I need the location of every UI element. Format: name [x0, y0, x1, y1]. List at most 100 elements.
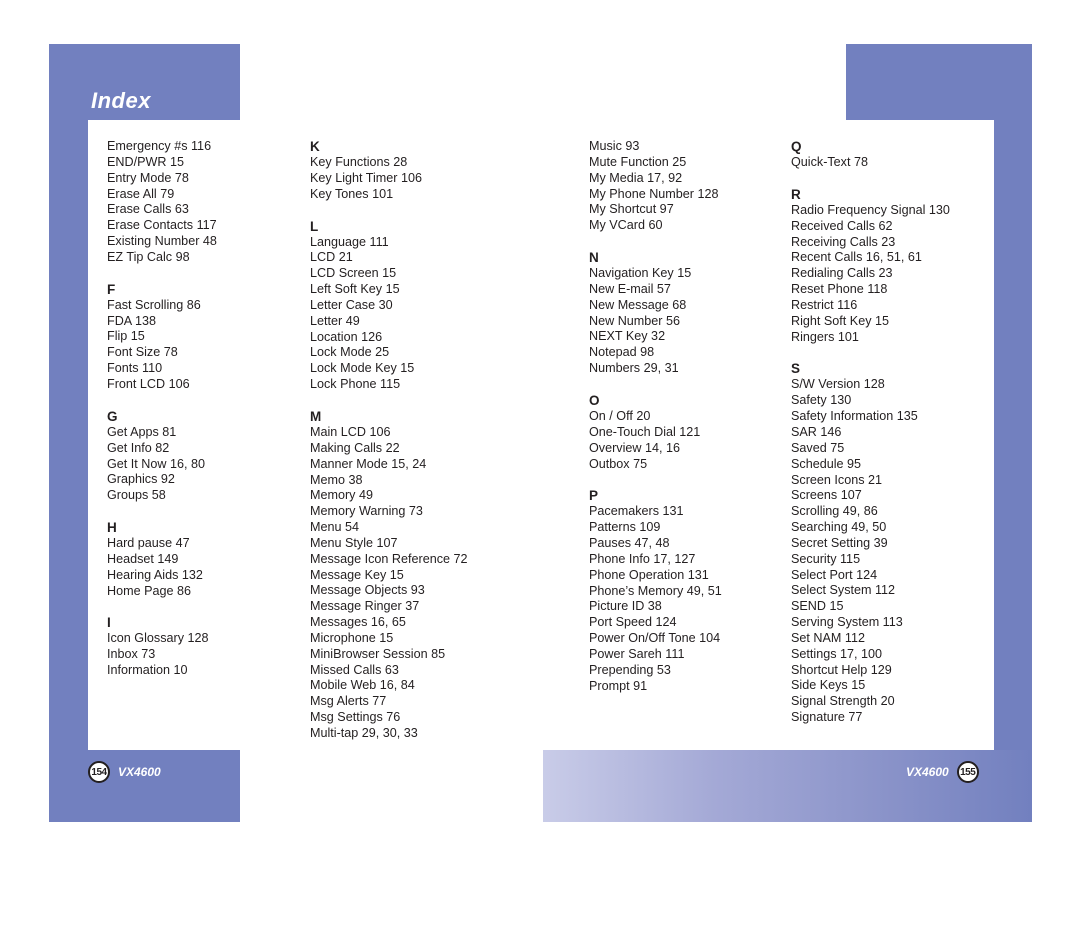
- index-entry: Outbox 75: [589, 456, 648, 471]
- model-label: VX4600: [118, 765, 161, 779]
- index-letter-heading: S: [791, 361, 801, 377]
- index-entry: Saved 75: [791, 440, 845, 455]
- index-entry: Recent Calls 16, 51, 61: [791, 250, 922, 265]
- right-page-footer: VX4600 155: [906, 761, 979, 783]
- index-letter-heading: R: [791, 186, 801, 202]
- index-entry: My VCard 60: [589, 218, 663, 233]
- index-letter-heading: Q: [791, 139, 802, 154]
- index-entry: New E-mail 57: [589, 281, 671, 296]
- index-entry: LCD 21: [310, 250, 353, 265]
- index-entry: Get It Now 16, 80: [107, 456, 206, 471]
- index-entry: Key Functions 28: [310, 155, 408, 169]
- index-column-1: Emergency #s 116 END/PWR 15 Entry Mode 78 E…: [107, 139, 217, 679]
- index-entry: Security 115: [791, 551, 861, 566]
- page-title: Index: [91, 88, 151, 113]
- index-entry: Icon Glossary 128: [107, 631, 209, 646]
- left-page-side-band: [49, 44, 88, 822]
- index-entry: LCD Screen 15: [310, 266, 397, 281]
- index-entry: Lock Mode 25: [310, 345, 390, 360]
- index-entry: Making Calls 22: [310, 440, 400, 455]
- index-entry: Left Soft Key 15: [310, 282, 400, 297]
- index-entry: Port Speed 124: [589, 615, 677, 630]
- index-entry: Msg Settings 76: [310, 710, 401, 725]
- index-entry: MiniBrowser Session 85: [310, 646, 446, 661]
- index-entry: Signature 77: [791, 710, 863, 725]
- index-entry: Searching 49, 50: [791, 520, 887, 535]
- index-letter-heading: K: [310, 139, 320, 154]
- index-letter-heading: P: [589, 488, 599, 504]
- index-entry: Power Sareh 111: [589, 646, 685, 661]
- index-letter-heading: M: [310, 408, 322, 424]
- index-entry: Reset Phone 118: [791, 282, 888, 297]
- index-entry: Settings 17, 100: [791, 646, 883, 661]
- index-letter-heading: I: [107, 615, 111, 631]
- index-entry: Main LCD 106: [310, 424, 391, 439]
- index-entry: Lock Phone 115: [310, 377, 401, 392]
- index-entry: My Phone Number 128: [589, 186, 719, 201]
- index-entry: Manner Mode 15, 24: [310, 456, 427, 471]
- index-letter-heading: G: [107, 408, 118, 424]
- index-entry: Message Key 15: [310, 567, 404, 582]
- index-entry: Missed Calls 63: [310, 662, 399, 677]
- index-entry: Menu Style 107: [310, 535, 398, 550]
- index-entry: Music 93: [589, 139, 640, 153]
- index-entry: Serving System 113: [791, 615, 903, 630]
- index-entry: Hard pause 47: [107, 536, 190, 551]
- index-entry: Prompt 91: [589, 678, 648, 693]
- page-number-badge: 155: [956, 761, 979, 783]
- index-entry: Pauses 47, 48: [589, 536, 670, 551]
- index-entry: Erase Contacts 117: [107, 218, 217, 233]
- index-entry: Msg Alerts 77: [310, 694, 387, 709]
- index-entry: Set NAM 112: [791, 630, 865, 645]
- index-entry: My Shortcut 97: [589, 202, 674, 217]
- index-entry: Signal Strength 20: [791, 694, 895, 709]
- index-entry: Language 111: [310, 234, 389, 249]
- index-entry: Key Light Timer 106: [310, 170, 423, 185]
- index-entry: Ringers 101: [791, 329, 859, 344]
- index-entry: Select Port 124: [791, 567, 878, 582]
- index-entry: Prepending 53: [589, 662, 671, 677]
- index-entry: Overview 14, 16: [589, 440, 680, 455]
- index-entry: My Media 17, 92: [589, 170, 683, 185]
- index-entry: Radio Frequency Signal 130: [791, 202, 950, 217]
- index-entry: Screens 107: [791, 488, 862, 503]
- index-entry: One-Touch Dial 121: [589, 424, 701, 439]
- index-entry: Scrolling 49, 86: [791, 504, 878, 519]
- index-letter-heading: F: [107, 281, 116, 297]
- index-entry: Front LCD 106: [107, 376, 190, 391]
- index-entry: END/PWR 15: [107, 154, 184, 169]
- index-entry: Entry Mode 78: [107, 170, 189, 185]
- index-entry: Fonts 110: [107, 361, 163, 376]
- index-entry: On / Off 20: [589, 408, 651, 423]
- index-entry: EZ Tip Calc 98: [107, 249, 190, 264]
- index-entry: Hearing Aids 132: [107, 567, 203, 582]
- index-entry: Groups 58: [107, 488, 166, 503]
- index-entry: Message Icon Reference 72: [310, 551, 468, 566]
- index-entry: Fast Scrolling 86: [107, 297, 201, 312]
- index-entry: Emergency #s 116: [107, 139, 212, 153]
- index-entry: Inbox 73: [107, 647, 156, 662]
- index-entry: Existing Number 48: [107, 234, 217, 249]
- index-entry: Information 10: [107, 663, 188, 678]
- index-entry: Mobile Web 16, 84: [310, 678, 415, 693]
- model-label: VX4600: [906, 765, 949, 779]
- index-entry: Received Calls 62: [791, 218, 893, 233]
- index-entry: Memo 38: [310, 472, 363, 487]
- index-entry: Graphics 92: [107, 472, 175, 487]
- index-entry: FDA 138: [107, 313, 157, 328]
- index-entry: Flip 15: [107, 329, 145, 344]
- index-entry: Memory 49: [310, 488, 373, 503]
- index-entry: New Number 56: [589, 313, 680, 328]
- index-entry: Messages 16, 65: [310, 615, 406, 630]
- index-entry: Letter Case 30: [310, 297, 393, 312]
- index-entry: Mute Function 25: [589, 154, 687, 169]
- index-column-4: Q Quick-Text 78 R Radio Frequency Signal 13…: [791, 138, 950, 726]
- index-entry: Notepad 98: [589, 345, 655, 360]
- index-entry: Phone Info 17, 127: [589, 551, 696, 566]
- index-entry: Microphone 15: [310, 630, 394, 645]
- page-number-badge: 154: [88, 761, 110, 783]
- index-letter-heading: N: [589, 250, 599, 266]
- index-entry: Patterns 109: [589, 520, 661, 535]
- index-entry: SEND 15: [791, 599, 844, 614]
- index-entry: Right Soft Key 15: [791, 313, 890, 328]
